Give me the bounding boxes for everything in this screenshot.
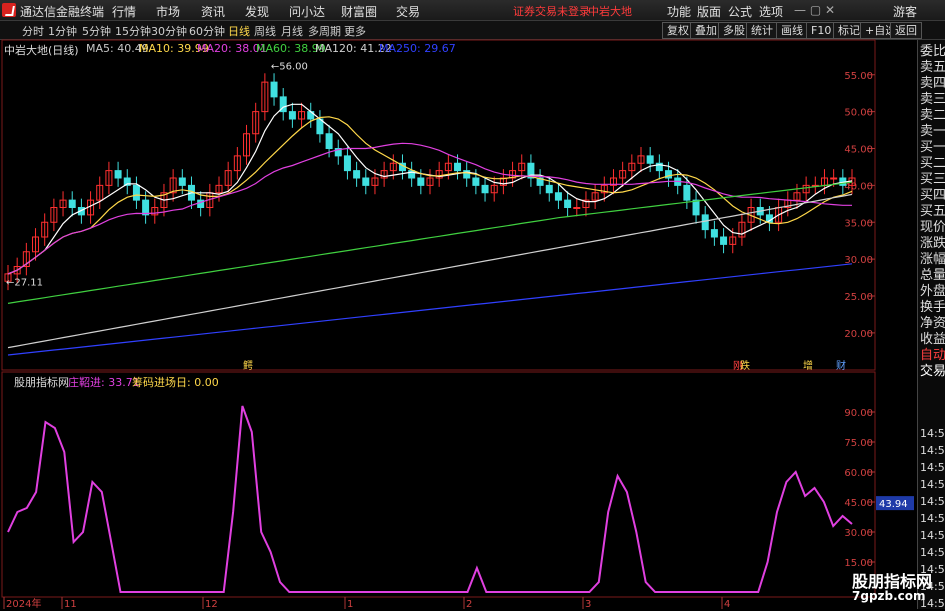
- current-value-label: 43.94: [879, 499, 908, 510]
- x-axis-label: 11: [64, 599, 77, 609]
- side-tab-2[interactable]: 卖四: [920, 76, 945, 91]
- candle-body: [417, 177, 425, 186]
- event-marker: 鳄: [243, 359, 253, 372]
- indicator-tick-label: 60.00: [844, 468, 873, 479]
- side-tab-14[interactable]: 总量: [920, 268, 945, 283]
- x-axis-label: 2024年: [6, 597, 41, 609]
- candle-body: [554, 192, 562, 201]
- price-tick-label: 25.00: [844, 292, 873, 303]
- candle-body: [454, 162, 462, 172]
- candle-body: [142, 199, 150, 216]
- side-time: 14:56: [920, 495, 945, 508]
- price-tick-label: 20.00: [844, 329, 873, 340]
- candle-body: [343, 155, 351, 172]
- side-time: 14:56: [920, 461, 945, 474]
- side-tab-0[interactable]: 委比: [920, 44, 945, 59]
- ma120-line: [7, 193, 853, 349]
- price-tick-label: 35.00: [844, 218, 873, 229]
- price-tick-label: 45.00: [844, 145, 873, 156]
- side-time: 14:56: [920, 444, 945, 457]
- indicator-tick-label: 90.00: [844, 408, 873, 419]
- indicator-line1: 庄鞀进: 33.71: [68, 376, 140, 389]
- candle-body: [353, 170, 361, 179]
- side-tab-5[interactable]: 卖一: [920, 124, 945, 139]
- indicator-name: 股朋指标网: [14, 376, 69, 389]
- ma250-line: [7, 263, 853, 356]
- side-tab-16[interactable]: 换手: [920, 300, 945, 315]
- candle-body: [362, 177, 370, 186]
- x-axis-label: 1: [347, 599, 353, 609]
- side-tab-15[interactable]: 外盘: [920, 284, 945, 299]
- side-tab-17[interactable]: 净资: [920, 316, 945, 331]
- quote-side-panel: 委比 卖五 卖四 卖三 卖二 卖一 买一 买二 买三 买四 买五 现价 涨跌 涨幅 总量 外盘 换手 净资 收益 自动…: [917, 40, 945, 610]
- side-tab-4[interactable]: 卖二: [920, 108, 945, 123]
- side-time: 14:56: [920, 546, 945, 559]
- side-tab-11[interactable]: 现价: [920, 220, 945, 235]
- candle-body: [481, 184, 489, 194]
- candle-body: [830, 177, 838, 180]
- side-tab-12[interactable]: 涨跌: [920, 236, 945, 251]
- candle-body: [701, 214, 709, 231]
- candle-body: [472, 177, 480, 186]
- indicator-line: [7, 405, 853, 593]
- event-marker: 增: [803, 359, 813, 372]
- low-price-label: ←27.11: [6, 277, 43, 288]
- side-tab-8[interactable]: 买三: [920, 172, 945, 187]
- event-marker: 财: [836, 359, 846, 372]
- candle-body: [564, 199, 572, 208]
- side-time: 14:56: [920, 478, 945, 491]
- candle-body: [178, 177, 186, 186]
- side-time: 14:56: [920, 512, 945, 525]
- candle-body: [710, 229, 718, 238]
- side-tab-9[interactable]: 买四: [920, 188, 945, 203]
- candle-body: [545, 184, 553, 194]
- chart-title: 中岩大地(日线): [4, 44, 79, 57]
- indicator-tick-label: 30.00: [844, 528, 873, 539]
- candle-body: [325, 133, 333, 149]
- candle-body: [68, 199, 76, 208]
- ma20-line: [7, 142, 852, 275]
- side-time: 14:56: [920, 529, 945, 542]
- side-tab-7[interactable]: 买二: [920, 156, 945, 171]
- side-tab-3[interactable]: 卖三: [920, 92, 945, 107]
- side-tab-19[interactable]: 自动: [920, 348, 945, 363]
- price-tick-label: 50.00: [844, 108, 873, 119]
- side-tab-13[interactable]: 涨幅: [920, 252, 945, 267]
- candle-body: [288, 111, 296, 120]
- indicator-line2: 筹码进场日: 0.00: [132, 376, 219, 389]
- side-tab-20[interactable]: 交易: [920, 364, 945, 379]
- x-axis-label: 2: [466, 599, 472, 609]
- side-tab-18[interactable]: 收益: [920, 332, 945, 347]
- ma10-line: [7, 116, 853, 275]
- price-panel-frame: [1, 39, 876, 371]
- side-tab-10[interactable]: 买五: [920, 204, 945, 219]
- candle-body: [683, 184, 691, 201]
- candle-body: [114, 170, 122, 179]
- candle-body: [132, 184, 140, 201]
- candle-body: [720, 236, 728, 245]
- candle-body: [270, 81, 278, 98]
- event-marker: 跌: [740, 359, 750, 372]
- candle-body: [573, 207, 581, 209]
- x-axis-label: 4: [724, 599, 730, 609]
- indicator-tick-label: 75.00: [844, 438, 873, 449]
- candle-body: [692, 199, 700, 216]
- price-tick-label: 55.00: [844, 71, 873, 82]
- x-axis-label: 3: [585, 599, 591, 609]
- side-tab-6[interactable]: 买一: [920, 140, 945, 155]
- candle-body: [646, 155, 654, 164]
- ma250-label: MA250: 29.67: [379, 42, 456, 55]
- side-tab-1[interactable]: 卖五: [920, 60, 945, 75]
- x-axis-label: 12: [205, 599, 218, 609]
- indicator-tick-label: 45.00: [844, 498, 873, 509]
- watermark-url: 7gpzb.com: [852, 589, 926, 603]
- kline-chart[interactable]: 55.0050.0045.0040.0035.0030.0025.0020.00…: [0, 0, 945, 609]
- side-time: 14:56: [920, 427, 945, 440]
- high-price-label: ←56.00: [271, 61, 308, 72]
- indicator-panel-frame: [1, 371, 876, 598]
